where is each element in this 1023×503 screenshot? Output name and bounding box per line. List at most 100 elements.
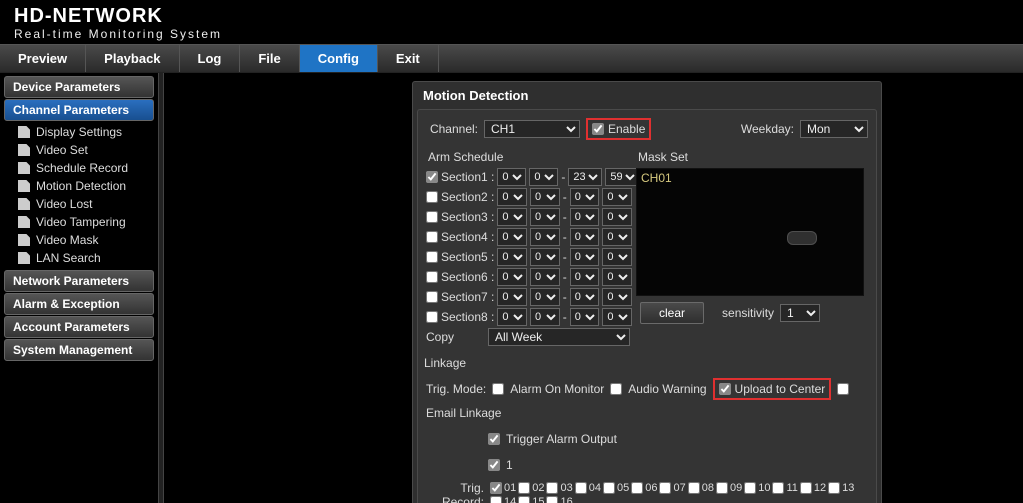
copy-select[interactable]: All Week bbox=[488, 328, 630, 346]
sidebar-group-device[interactable]: Device Parameters bbox=[4, 76, 154, 98]
chk-record-07[interactable] bbox=[659, 482, 671, 494]
section-hour-start[interactable]: 0 bbox=[497, 248, 527, 266]
chk-record-13[interactable] bbox=[828, 482, 840, 494]
tab-exit[interactable]: Exit bbox=[378, 45, 439, 72]
section-min-start[interactable]: 0 bbox=[530, 228, 560, 246]
sidebar-item-lan[interactable]: LAN Search bbox=[14, 249, 154, 267]
chk-upload-center[interactable] bbox=[719, 383, 731, 395]
sidebar-item-label: LAN Search bbox=[36, 251, 101, 265]
section-hour-end[interactable]: 23 bbox=[568, 168, 602, 186]
app-header: HD-NETWORK Real-time Monitoring System bbox=[0, 0, 1023, 44]
weekday-select[interactable]: Mon bbox=[800, 120, 868, 138]
sidebar-item-videoset[interactable]: Video Set bbox=[14, 141, 154, 159]
chk-record-09[interactable] bbox=[716, 482, 728, 494]
chk-record-12[interactable] bbox=[800, 482, 812, 494]
section-min-start[interactable]: 0 bbox=[530, 288, 560, 306]
section-hour-start[interactable]: 0 bbox=[497, 308, 527, 326]
weekday-label: Weekday: bbox=[741, 122, 794, 136]
chk-record-08[interactable] bbox=[688, 482, 700, 494]
section-min-end[interactable]: 0 bbox=[602, 288, 632, 306]
brand-title: HD-NETWORK bbox=[14, 6, 1009, 26]
section-hour-end[interactable]: 0 bbox=[570, 308, 600, 326]
sidebar-item-vtamper[interactable]: Video Tampering bbox=[14, 213, 154, 231]
section-label: Section3 : bbox=[441, 210, 494, 224]
section-enable[interactable] bbox=[426, 271, 438, 283]
section-enable[interactable] bbox=[426, 231, 438, 243]
chk-email-linkage[interactable] bbox=[837, 383, 849, 395]
chk-record-16[interactable] bbox=[546, 496, 558, 503]
chk-trigger-alarm-output[interactable] bbox=[488, 433, 500, 445]
sidebar-item-vlost[interactable]: Video Lost bbox=[14, 195, 154, 213]
section-hour-start[interactable]: 0 bbox=[497, 288, 527, 306]
chk-record-05[interactable] bbox=[603, 482, 615, 494]
section-enable[interactable] bbox=[426, 311, 438, 323]
section-enable[interactable] bbox=[426, 211, 438, 223]
section-min-start[interactable]: 0 bbox=[529, 168, 558, 186]
chk-record-04[interactable] bbox=[575, 482, 587, 494]
sidebar-item-label: Schedule Record bbox=[36, 161, 128, 175]
section-min-end[interactable]: 0 bbox=[602, 308, 632, 326]
tab-log[interactable]: Log bbox=[180, 45, 241, 72]
section-min-end[interactable]: 0 bbox=[602, 188, 632, 206]
sidebar-group-network[interactable]: Network Parameters bbox=[4, 270, 154, 292]
section-min-start[interactable]: 0 bbox=[530, 268, 560, 286]
section-min-start[interactable]: 0 bbox=[530, 308, 560, 326]
enable-checkbox[interactable] bbox=[592, 123, 604, 135]
section-min-end[interactable]: 0 bbox=[602, 248, 632, 266]
chk-record-10[interactable] bbox=[744, 482, 756, 494]
sidebar-group-account[interactable]: Account Parameters bbox=[4, 316, 154, 338]
sidebar-item-motion[interactable]: Motion Detection bbox=[14, 177, 154, 195]
section-min-end[interactable]: 0 bbox=[602, 208, 632, 226]
section-hour-start[interactable]: 0 bbox=[497, 208, 527, 226]
section-hour-start[interactable]: 0 bbox=[497, 228, 527, 246]
mask-preview[interactable]: CH01 bbox=[636, 168, 864, 296]
section-hour-end[interactable]: 0 bbox=[570, 268, 600, 286]
chk-output-1[interactable] bbox=[488, 459, 500, 471]
section-min-end[interactable]: 0 bbox=[602, 228, 632, 246]
tab-config[interactable]: Config bbox=[300, 45, 378, 72]
section-enable[interactable] bbox=[426, 291, 438, 303]
sidebar-group-alarm[interactable]: Alarm & Exception bbox=[4, 293, 154, 315]
section-hour-end[interactable]: 0 bbox=[570, 288, 600, 306]
file-icon bbox=[18, 234, 30, 246]
section-enable[interactable] bbox=[426, 191, 438, 203]
chk-record-02[interactable] bbox=[518, 482, 530, 494]
chk-audio-warning[interactable] bbox=[610, 383, 622, 395]
section-min-start[interactable]: 0 bbox=[530, 208, 560, 226]
tab-file[interactable]: File bbox=[240, 45, 299, 72]
section-hour-end[interactable]: 0 bbox=[570, 228, 600, 246]
chk-record-11[interactable] bbox=[772, 482, 784, 494]
section-min-start[interactable]: 0 bbox=[530, 188, 560, 206]
section-label: Section5 : bbox=[441, 250, 494, 264]
chk-record-15[interactable] bbox=[518, 496, 530, 503]
channel-select[interactable]: CH1 bbox=[484, 120, 580, 138]
clear-button[interactable]: clear bbox=[640, 302, 704, 324]
chk-record-06[interactable] bbox=[631, 482, 643, 494]
sidebar-item-schedule[interactable]: Schedule Record bbox=[14, 159, 154, 177]
file-icon bbox=[18, 180, 30, 192]
tab-preview[interactable]: Preview bbox=[0, 45, 86, 72]
linkage-label: Linkage bbox=[422, 352, 872, 374]
chk-record-03[interactable] bbox=[546, 482, 558, 494]
section-hour-start[interactable]: 0 bbox=[497, 188, 527, 206]
section-hour-end[interactable]: 0 bbox=[570, 188, 600, 206]
section-min-end[interactable]: 0 bbox=[602, 268, 632, 286]
tab-playback[interactable]: Playback bbox=[86, 45, 179, 72]
section-min-start[interactable]: 0 bbox=[530, 248, 560, 266]
section-enable[interactable] bbox=[426, 251, 438, 263]
sidebar-group-system[interactable]: System Management bbox=[4, 339, 154, 361]
sensitivity-select[interactable]: 1 bbox=[780, 304, 820, 322]
chk-record-14[interactable] bbox=[490, 496, 502, 503]
channel-label: Channel: bbox=[426, 122, 478, 136]
section-hour-end[interactable]: 0 bbox=[570, 248, 600, 266]
section-hour-start[interactable]: 0 bbox=[497, 268, 527, 286]
chk-alarm-monitor[interactable] bbox=[492, 383, 504, 395]
section-row: Section1 :00-2359 bbox=[426, 168, 632, 186]
section-hour-end[interactable]: 0 bbox=[570, 208, 600, 226]
sidebar-item-display[interactable]: Display Settings bbox=[14, 123, 154, 141]
sidebar-group-channel[interactable]: Channel Parameters bbox=[4, 99, 154, 121]
sidebar-item-vmask[interactable]: Video Mask bbox=[14, 231, 154, 249]
section-hour-start[interactable]: 0 bbox=[497, 168, 526, 186]
chk-record-01[interactable] bbox=[490, 482, 502, 494]
section-enable[interactable] bbox=[426, 171, 438, 183]
